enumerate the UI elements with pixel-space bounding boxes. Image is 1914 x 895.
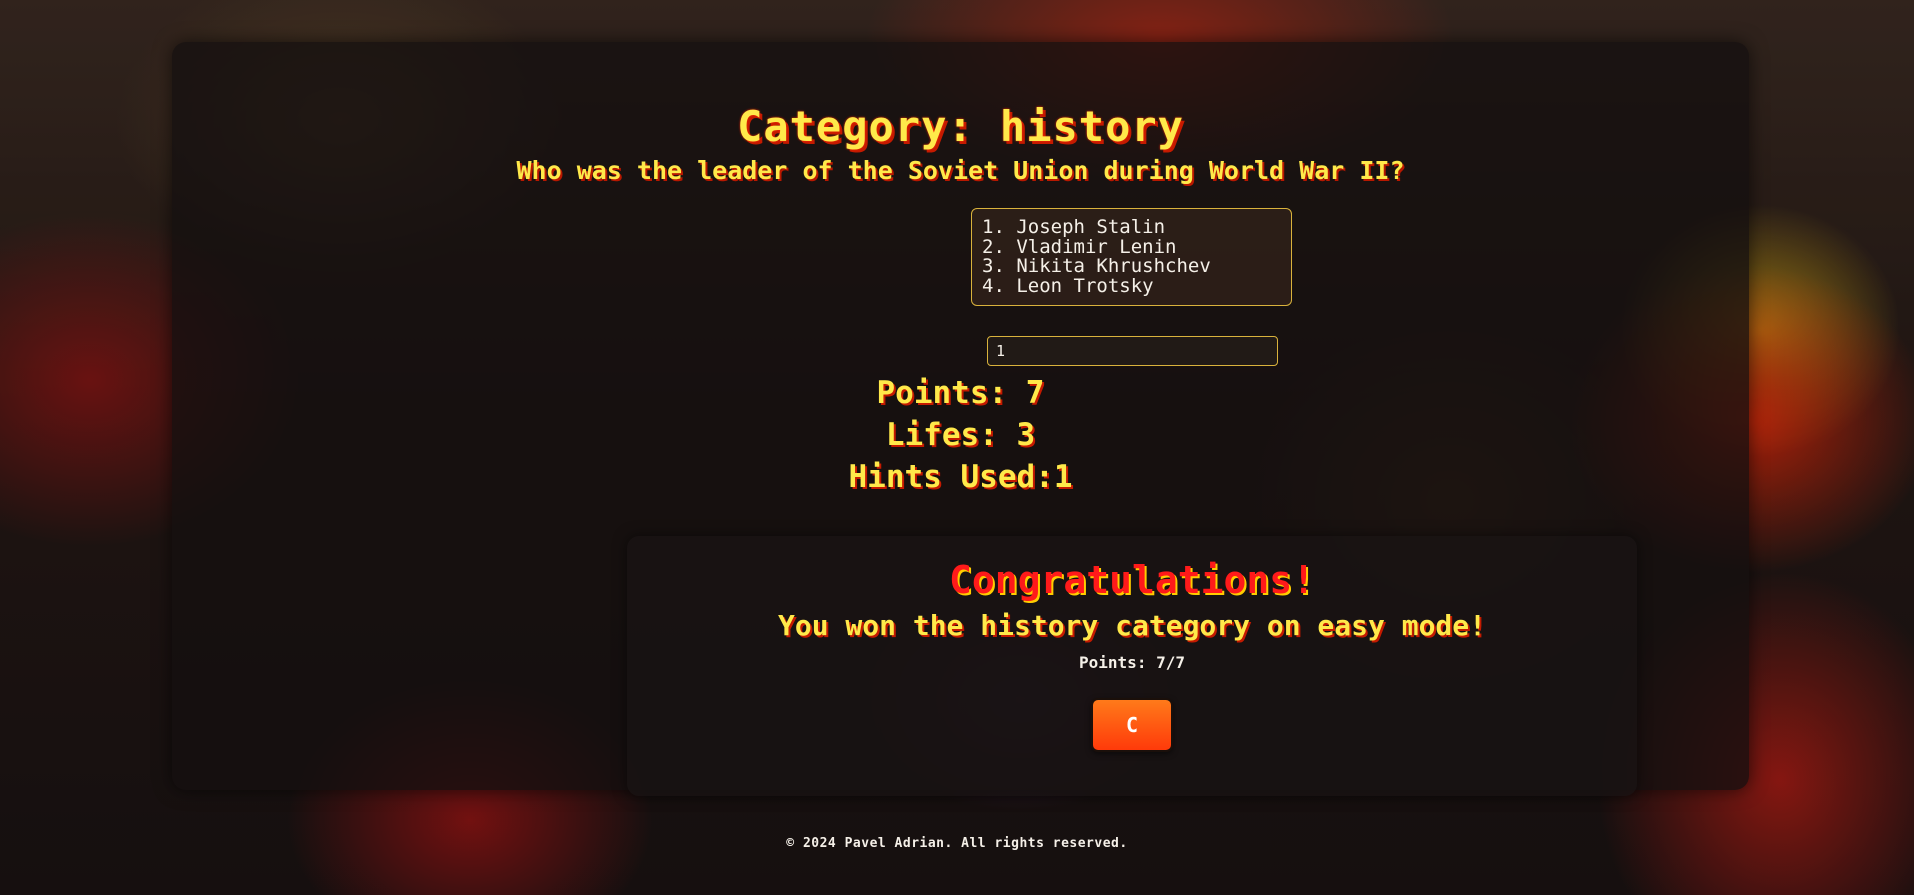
final-points: Points: 7/7 bbox=[1079, 653, 1185, 672]
lifes-counter: Lifes: 3 bbox=[885, 417, 1036, 453]
hints-used-counter: Hints Used:1 bbox=[848, 459, 1073, 495]
option-item: 4. Leon Trotsky bbox=[982, 274, 1154, 297]
option-item: 1. Joseph Stalin bbox=[982, 216, 1166, 238]
congratulations-heading: Congratulations! bbox=[948, 558, 1316, 602]
win-message: You won the history category on easy mod… bbox=[777, 609, 1486, 642]
category-title: Category: history bbox=[737, 102, 1184, 151]
options-list: 1. Joseph Stalin 2. Vladimir Lenin 3. Ni… bbox=[971, 208, 1292, 306]
restart-button[interactable]: C bbox=[1091, 698, 1173, 752]
footer-copyright: © 2024 Pavel Adrian. All rights reserved… bbox=[786, 836, 1128, 851]
restart-icon: C bbox=[1125, 713, 1139, 737]
question-text: Who was the leader of the Soviet Union d… bbox=[516, 156, 1405, 185]
win-panel: Congratulations! You won the history cat… bbox=[627, 536, 1637, 796]
points-counter: Points: 7 bbox=[876, 375, 1045, 411]
answer-input[interactable] bbox=[987, 336, 1278, 366]
option-item: 3. Nikita Khrushchev bbox=[982, 255, 1211, 277]
quiz-card: Category: history Who was the leader of … bbox=[172, 42, 1749, 796]
